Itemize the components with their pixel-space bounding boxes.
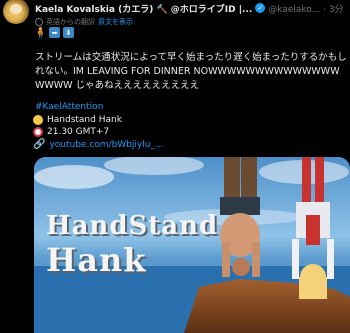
globe-icon (35, 18, 43, 26)
author-name[interactable]: Kaela Kovalskia (カエラ) 🔨 @ホロライブID |... (35, 2, 252, 15)
right-arrow-icon: ➡ (49, 27, 60, 38)
media-thumbnail[interactable]: HandStand Hank (34, 157, 350, 333)
link-icon: 🔗 (33, 139, 46, 150)
alarm-clock-icon (33, 127, 43, 137)
stream-title: Handstand Hank (47, 115, 122, 125)
tweet-header: Kaela Kovalskia (カエラ) 🔨 @ホロライブID |... ✓ … (35, 1, 346, 15)
thumbnail-title-line2: Hank (46, 241, 147, 279)
thumbnail-title-line1: HandStand (46, 211, 219, 241)
author-avatar[interactable] (3, 0, 29, 24)
emoji-line: 🧍 ➡ ⬇ (33, 26, 74, 39)
stream-time: 21.30 GMT+7 (47, 127, 110, 137)
info-line-url: 🔗 youtube.com/bWbjiylu_... (33, 139, 164, 150)
translation-label: 英語からの翻訳 (46, 18, 95, 26)
hashtag-link[interactable]: #KaelAttention (35, 102, 103, 112)
scream-face-icon (33, 115, 43, 125)
down-arrow-icon: ⬇ (63, 27, 74, 38)
show-original-link[interactable]: 原文を表示 (98, 17, 133, 27)
youtube-link[interactable]: youtube.com/bWbjiylu_... (49, 140, 163, 150)
person-standing-icon: 🧍 (33, 26, 48, 39)
info-line-time: 21.30 GMT+7 (33, 127, 109, 137)
tweet-text: ストリームは交通状況によって早く始まったり遅く始まったりするかもしれない。IM … (35, 52, 347, 91)
verified-badge-icon: ✓ (255, 3, 266, 13)
author-handle[interactable]: @kaelako... · 3分 (268, 2, 343, 15)
info-line-title: Handstand Hank (33, 115, 122, 125)
